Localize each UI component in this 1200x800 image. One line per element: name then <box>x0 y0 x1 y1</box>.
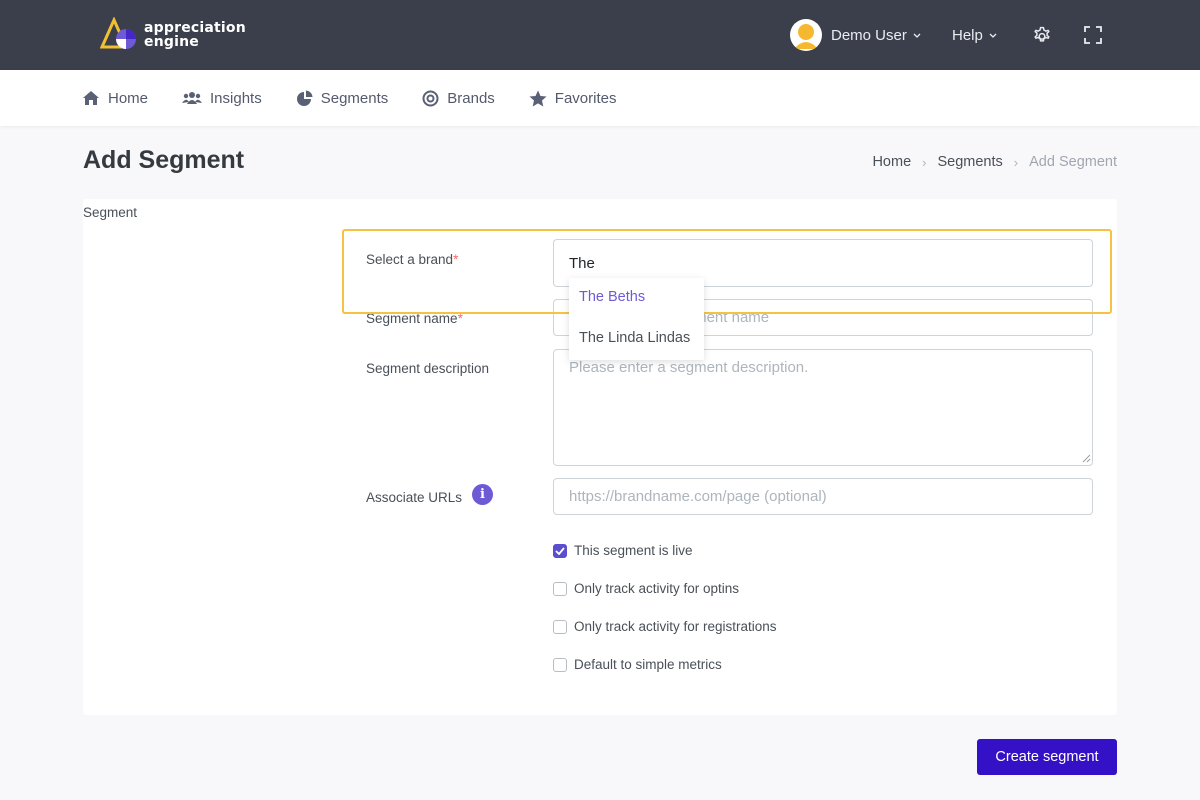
simple-metrics-checkbox[interactable] <box>553 657 567 672</box>
breadcrumb: Home › Segments › Add Segment <box>872 154 1117 170</box>
nav-item-label: Segments <box>320 89 389 107</box>
help-label: Help <box>952 26 983 44</box>
required-mark: * <box>453 252 459 267</box>
brand-suggestion-item[interactable]: The Beths <box>579 289 645 305</box>
segment-description-textarea[interactable] <box>553 349 1093 466</box>
breadcrumb-separator-icon: › <box>922 154 927 170</box>
registrations-checkbox[interactable] <box>553 619 567 634</box>
section-label: Segment <box>83 205 138 220</box>
nav-item-segments[interactable]: Segments <box>296 70 389 126</box>
segment-name-label: Segment name* <box>366 311 463 326</box>
associate-urls-label: Associate URLs <box>366 490 463 505</box>
top-header: appreciation engine Demo User Help <box>0 0 1200 70</box>
associate-urls-input[interactable] <box>553 478 1093 515</box>
breadcrumb-separator-icon: › <box>1013 154 1019 170</box>
simple-metrics-checkbox-row[interactable]: Default to simple metrics <box>553 657 722 672</box>
chevron-down-icon <box>913 33 921 38</box>
checkbox-label: Default to simple metrics <box>574 657 722 672</box>
checkbox-label: This segment is live <box>574 543 693 558</box>
checkbox-label: Only track activity for optins <box>574 581 740 596</box>
nav-item-insights[interactable]: Insights <box>182 70 262 126</box>
nav-item-home[interactable]: Home <box>82 70 148 126</box>
help-menu[interactable]: Help <box>952 24 997 46</box>
user-menu[interactable]: Demo User <box>790 19 921 51</box>
breadcrumb-segments[interactable]: Segments <box>937 154 1002 170</box>
optins-checkbox-row[interactable]: Only track activity for optins <box>553 581 739 596</box>
users-icon <box>182 92 203 104</box>
logo-text-line2: engine <box>144 34 199 50</box>
page-title: Add Segment <box>83 146 245 174</box>
fullscreen-icon <box>1084 26 1102 44</box>
home-icon <box>83 91 99 105</box>
nav-item-favorites[interactable]: Favorites <box>529 70 617 126</box>
checkmark-icon <box>555 546 565 555</box>
chevron-down-icon <box>989 33 997 38</box>
info-icon[interactable]: i <box>472 484 493 505</box>
user-name: Demo User <box>831 26 907 44</box>
nav-item-label: Brands <box>447 89 495 107</box>
nav-item-brands[interactable]: Brands <box>422 70 495 126</box>
brand-label-text: Select a brand <box>366 252 454 267</box>
brand-label: Select a brand* <box>366 252 458 267</box>
brand-suggestion-item[interactable]: The Linda Lindas <box>579 330 690 346</box>
segment-live-checkbox-row[interactable]: This segment is live <box>553 543 693 558</box>
app-logo[interactable]: appreciation engine <box>100 16 246 54</box>
create-segment-button[interactable]: Create segment <box>977 739 1117 775</box>
resize-handle-icon[interactable] <box>1082 454 1091 463</box>
nav-item-label: Insights <box>210 89 262 107</box>
optins-checkbox[interactable] <box>553 581 567 596</box>
star-icon <box>529 90 547 106</box>
segment-description-label: Segment description <box>366 361 490 376</box>
brand-suggestions-dropdown: The Beths The Linda Lindas <box>569 278 704 360</box>
breadcrumb-home[interactable]: Home <box>872 154 911 170</box>
target-icon <box>422 90 439 106</box>
nav-item-label: Favorites <box>554 89 617 107</box>
user-avatar-icon <box>791 20 821 50</box>
pie-chart-icon <box>296 90 313 106</box>
settings-button[interactable] <box>1030 23 1054 47</box>
checkbox-label: Only track activity for registrations <box>574 619 777 634</box>
registrations-checkbox-row[interactable]: Only track activity for registrations <box>553 619 777 634</box>
required-mark: * <box>457 311 463 326</box>
fullscreen-button[interactable] <box>1081 23 1105 47</box>
logo-text-line1: appreciation <box>144 20 246 36</box>
main-nav: Home Insights Segments Brands Favorites <box>0 70 1200 126</box>
segment-name-label-text: Segment name <box>366 311 458 326</box>
avatar <box>790 19 822 51</box>
logo-mark-icon <box>100 17 136 49</box>
gear-icon <box>1034 26 1050 42</box>
breadcrumb-current: Add Segment <box>1029 154 1117 170</box>
segment-live-checkbox[interactable] <box>553 543 567 558</box>
nav-item-label: Home <box>108 89 149 107</box>
